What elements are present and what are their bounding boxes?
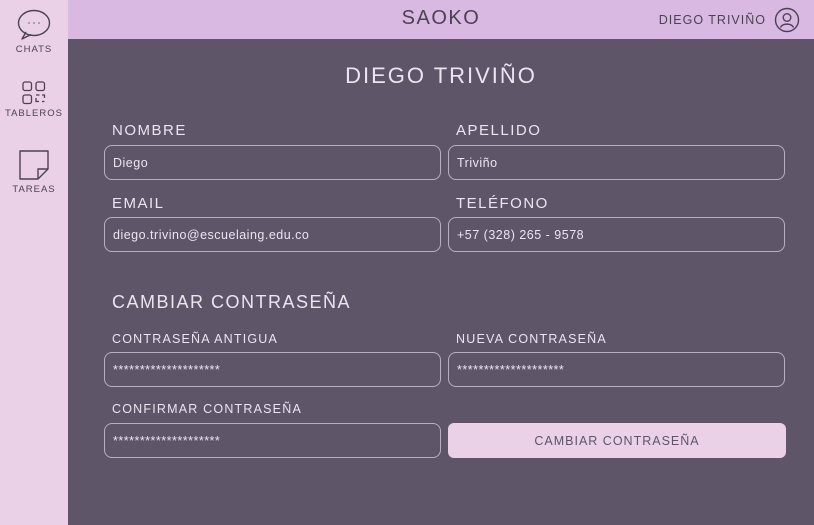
email-label: EMAIL — [112, 195, 165, 212]
new-password-label: NUEVA CONTRASEÑA — [456, 332, 607, 346]
confirm-password-label: CONFIRMAR CONTRASEÑA — [112, 402, 302, 416]
boards-grid-icon — [22, 81, 46, 105]
change-password-title: CAMBIAR CONTRASEÑA — [112, 292, 352, 312]
sidebar-item-label: TAREAS — [12, 184, 56, 195]
telefono-label: TELÉFONO — [456, 195, 549, 212]
nombre-label: NOMBRE — [112, 122, 187, 139]
user-avatar-icon — [774, 7, 800, 33]
sidebar-item-label: CHATS — [15, 44, 53, 55]
telefono-field[interactable]: +57 (328) 265 - 9578 — [448, 217, 785, 252]
change-password-button[interactable]: CAMBIAR CONTRASEÑA — [448, 423, 786, 458]
sidebar-item-tableros[interactable]: TABLEROS — [0, 80, 68, 119]
email-field[interactable]: diego.trivino@escuelaing.edu.co — [104, 217, 441, 252]
user-name: DIEGO TRIVIÑO — [658, 13, 766, 27]
confirm-password-field[interactable]: ******************** — [104, 423, 441, 458]
page-title: DIEGO TRIVIÑO — [345, 63, 537, 88]
new-password-field[interactable]: ******************** — [448, 352, 785, 387]
old-password-field[interactable]: ******************** — [104, 352, 441, 387]
chat-bubble-icon — [17, 9, 51, 40]
top-bar: SAOKO DIEGO TRIVIÑO — [68, 0, 814, 39]
sidebar-item-label: TABLEROS — [5, 108, 63, 119]
profile-panel: DIEGO TRIVIÑO NOMBRE Diego APELLIDO Triv… — [68, 39, 814, 525]
user-menu[interactable]: DIEGO TRIVIÑO — [659, 7, 800, 33]
sidebar: CHATS TABLEROS TAREAS — [0, 0, 68, 525]
sidebar-item-chats[interactable]: CHATS — [0, 8, 68, 55]
apellido-label: APELLIDO — [456, 122, 542, 139]
old-password-label: CONTRASEÑA ANTIGUA — [112, 332, 279, 346]
sidebar-item-tareas[interactable]: TAREAS — [0, 148, 68, 195]
apellido-field[interactable]: Triviño — [448, 145, 785, 180]
nombre-field[interactable]: Diego — [104, 145, 441, 180]
sticky-note-icon — [19, 150, 49, 180]
